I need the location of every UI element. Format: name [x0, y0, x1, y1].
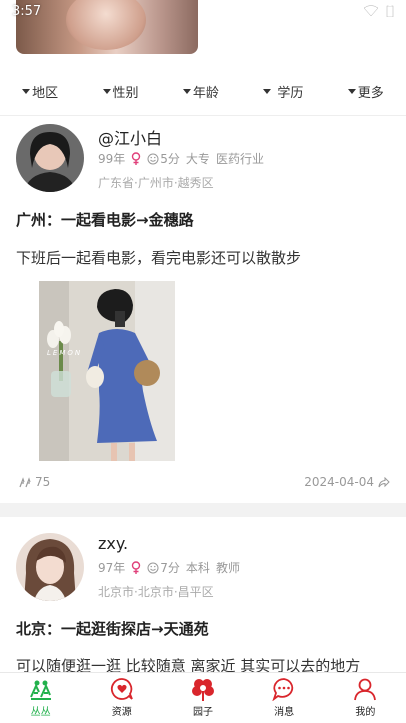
- status-time: 3:57: [12, 4, 42, 19]
- avatar[interactable]: [16, 533, 84, 601]
- birth-year: 97年: [98, 561, 126, 575]
- bottom-tab-bar: 丛丛 资源 园子 消息 我的: [0, 672, 406, 723]
- smile-icon: [147, 562, 159, 573]
- heart-chat-icon: [110, 678, 133, 700]
- tab-resources[interactable]: 资源: [92, 673, 152, 723]
- battery-icon: [386, 4, 394, 17]
- status-bar: 3:57: [0, 0, 406, 24]
- location: 北京市·北京市·昌平区: [98, 585, 214, 599]
- tab-messages[interactable]: 消息: [254, 673, 314, 723]
- username[interactable]: zxy.: [98, 534, 128, 553]
- flower-icon: [191, 679, 214, 701]
- user-meta: 97年 7分 本科 教师: [98, 559, 240, 576]
- job: 教师: [215, 561, 240, 575]
- female-icon: [132, 561, 141, 574]
- tab-garden[interactable]: 园子: [173, 673, 233, 723]
- post-title: 北京：一起逛街探店→天通苑: [16, 620, 209, 638]
- score: 7分: [160, 561, 180, 575]
- tab-mine[interactable]: 我的: [335, 673, 395, 723]
- post-card[interactable]: zxy. 97年 7分 本科 教师 北京市·北京市·昌平区 北京：一起逛街探店→…: [0, 0, 406, 675]
- message-icon: [272, 678, 294, 701]
- education: 本科: [185, 561, 210, 575]
- people-icon: [29, 680, 51, 700]
- user-icon: [354, 678, 377, 701]
- tab-congcong[interactable]: 丛丛: [11, 673, 71, 723]
- wifi-icon: [364, 4, 378, 16]
